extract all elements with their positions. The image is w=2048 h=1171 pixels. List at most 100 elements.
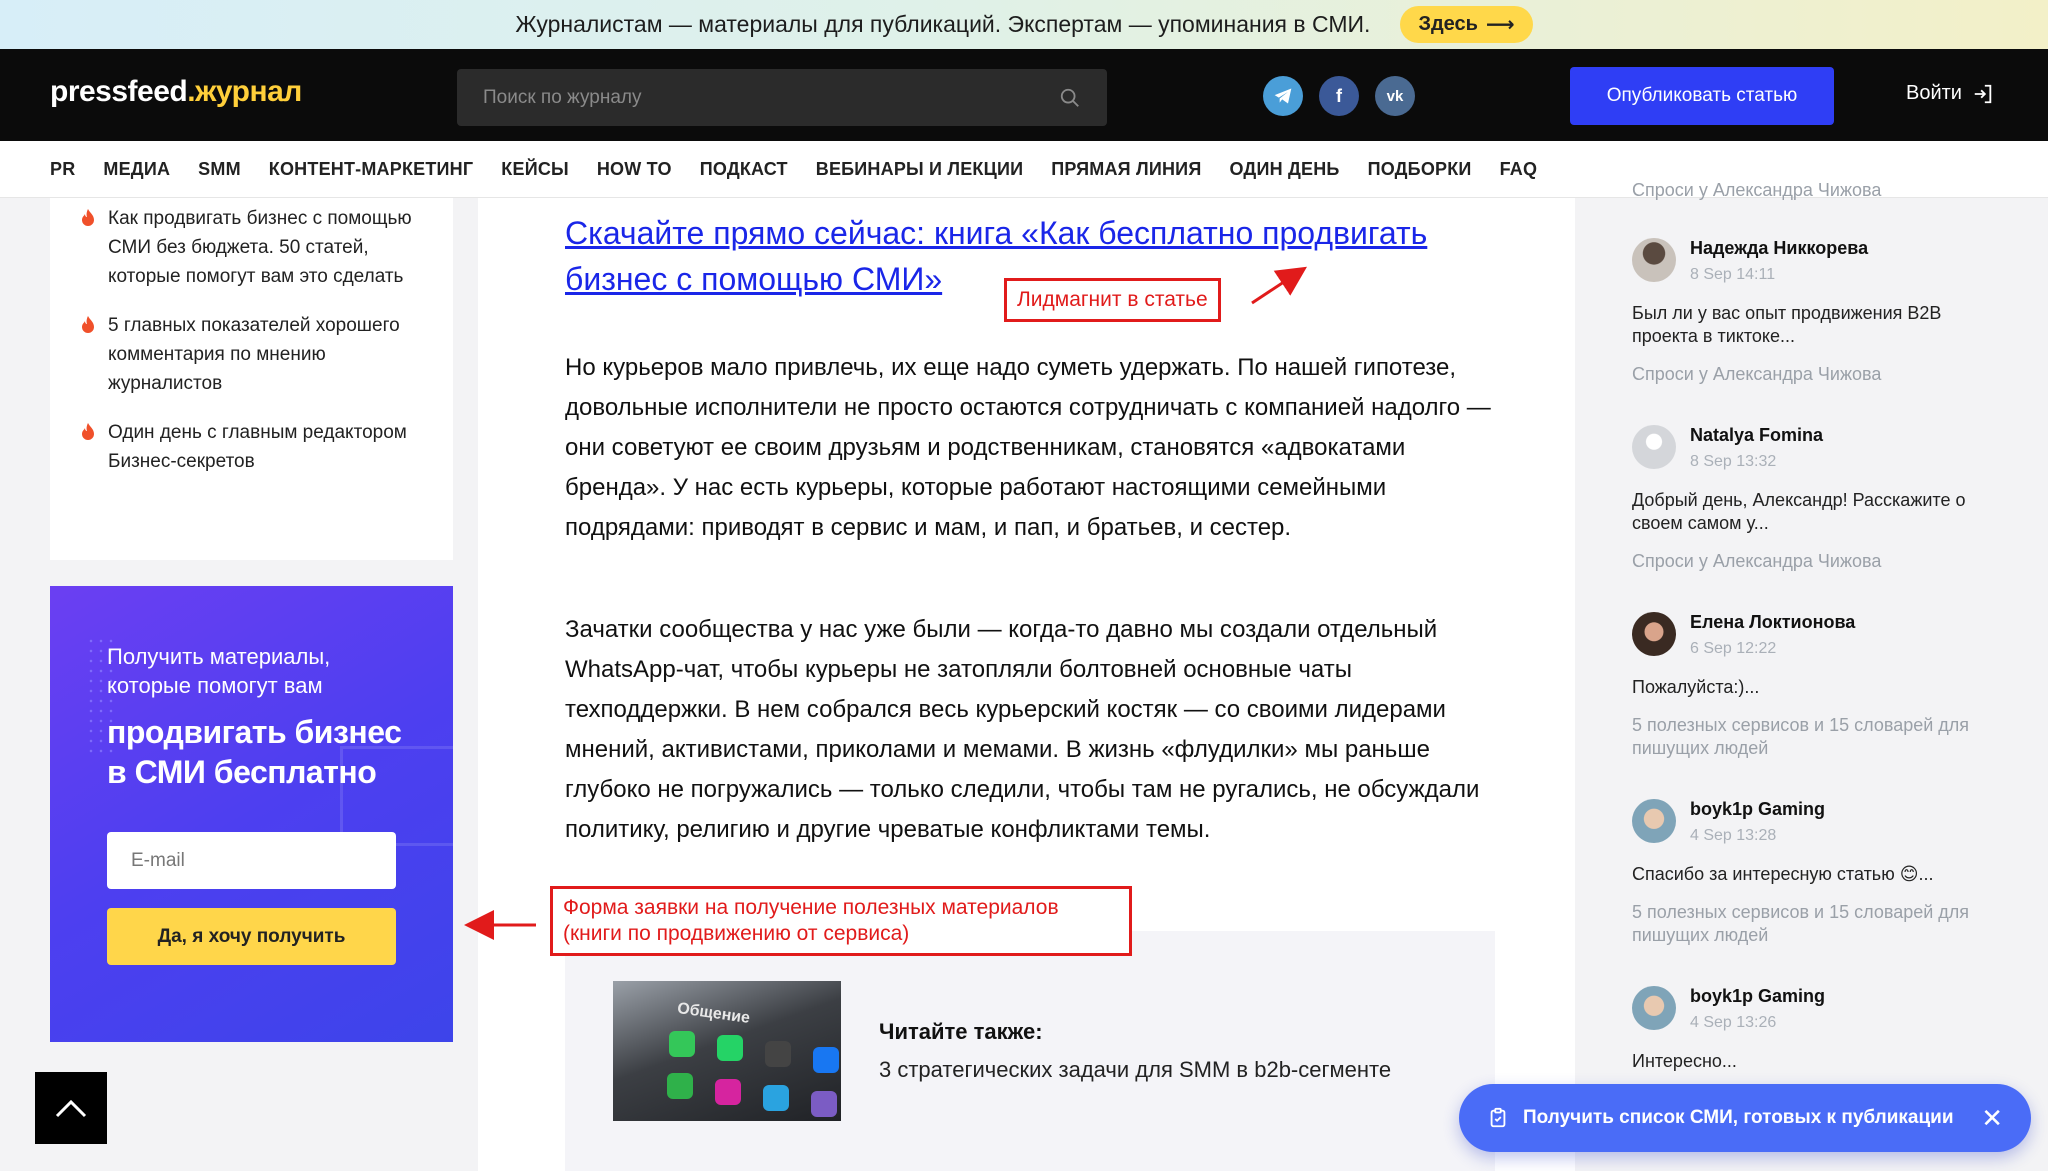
search-input[interactable] bbox=[483, 86, 1059, 109]
comment-header: Natalya Fomina 8 Sep 13:32 bbox=[1632, 425, 2012, 471]
app-icon bbox=[811, 1091, 837, 1117]
comment-author: boyk1p Gaming bbox=[1690, 986, 1826, 1006]
comment-text: Пожалуйста:)... bbox=[1632, 677, 1760, 697]
site-header: pressfeed.журнал f vk Опубликовать стать… bbox=[0, 49, 2048, 141]
logo-accent: .журнал bbox=[187, 75, 302, 108]
app-icon bbox=[715, 1079, 741, 1105]
comment-source[interactable]: Спроси у Александра Чижова bbox=[1632, 180, 1881, 201]
close-icon[interactable]: ✕ bbox=[1981, 1103, 2003, 1134]
app-icon bbox=[813, 1047, 839, 1073]
comment-item[interactable]: Елена Локтионова 6 Sep 12:22 Пожалуйста:)… bbox=[1632, 612, 2012, 760]
nav-item-direct-line[interactable]: ПРЯМАЯ ЛИНИЯ bbox=[1051, 159, 1201, 180]
comment-header: boyk1p Gaming 4 Sep 13:28 bbox=[1632, 799, 2012, 845]
related-image-caption: Общение bbox=[676, 999, 752, 1028]
comment-author: Надежда Никкорева bbox=[1690, 238, 1869, 258]
article-body: Скачайте прямо сейчас: книга «Как беспла… bbox=[478, 198, 1575, 1171]
nav-item-one-day[interactable]: ОДИН ДЕНЬ bbox=[1229, 159, 1339, 180]
list-item[interactable]: Один день с главным редактором Бизнес-се… bbox=[80, 418, 423, 476]
nav-item-how-to[interactable]: HOW TO bbox=[597, 159, 672, 180]
nav-item-smm[interactable]: SMM bbox=[198, 159, 241, 180]
article-paragraph: Но курьеров мало привлечь, их еще надо с… bbox=[565, 354, 1491, 541]
app-icon bbox=[669, 1031, 695, 1057]
nav-item-content-marketing[interactable]: КОНТЕНТ-МАРКЕТИНГ bbox=[269, 159, 474, 180]
site-logo[interactable]: pressfeed.журнал bbox=[50, 75, 302, 109]
avatar bbox=[1632, 238, 1676, 282]
lead-submit-button[interactable]: Да, я хочу получить bbox=[107, 908, 396, 965]
promo-here-button[interactable]: Здесь ⟶ bbox=[1400, 6, 1533, 43]
related-label: Читайте также: bbox=[879, 1019, 1043, 1044]
related-title[interactable]: 3 стратегических задачи для SMM в b2b-се… bbox=[879, 1057, 1391, 1083]
list-item[interactable]: Как продвигать бизнес с помощью СМИ без … bbox=[80, 204, 423, 291]
social-links: f vk bbox=[1263, 76, 1415, 116]
promo-here-label: Здесь bbox=[1418, 13, 1478, 35]
comments-sidebar: Спроси у Александра Чижова Надежда Никко… bbox=[1582, 180, 2048, 1171]
comment-date: 6 Sep 12:22 bbox=[1690, 640, 1777, 657]
app-icon bbox=[763, 1085, 789, 1111]
promo-banner: Журналистам — материалы для публикаций. … bbox=[0, 0, 2048, 49]
comment-author: Елена Локтионова bbox=[1690, 612, 1856, 632]
comment-text: Спасибо за интересную статью 😊... bbox=[1632, 864, 1934, 884]
list-item-text: Как продвигать бизнес с помощью СМИ без … bbox=[108, 208, 412, 287]
comment-source[interactable]: Спроси у Александра Чижова bbox=[1632, 363, 2012, 386]
scroll-to-top-button[interactable] bbox=[35, 1072, 107, 1144]
comment-item[interactable]: boyk1p Gaming 4 Sep 13:28 Спасибо за инте… bbox=[1632, 799, 2012, 947]
lead-form-title: продвигать бизнес в СМИ бесплатно bbox=[107, 714, 402, 790]
list-item-text: Один день с главным редактором Бизнес-се… bbox=[108, 422, 407, 472]
avatar bbox=[1632, 986, 1676, 1030]
comment-date: 8 Sep 14:11 bbox=[1690, 266, 1776, 283]
comment-text: Был ли у вас опыт продвижения B2B проект… bbox=[1632, 303, 1942, 346]
comment-text: Интересно... bbox=[1632, 1051, 1737, 1071]
search-icon[interactable] bbox=[1059, 87, 1081, 109]
comment-item[interactable]: Надежда Никкорева 8 Sep 14:11 Был ли у ва… bbox=[1632, 238, 2012, 386]
nav-item-cases[interactable]: КЕЙСЫ bbox=[501, 159, 569, 180]
article-paragraph: Зачатки сообщества у нас уже были — когд… bbox=[565, 616, 1480, 843]
clipboard-icon bbox=[1490, 1107, 1506, 1128]
comment-header: Елена Локтионова 6 Sep 12:22 bbox=[1632, 612, 2012, 658]
nav-item-media[interactable]: МЕДИА bbox=[103, 159, 170, 180]
login-label: Войти bbox=[1906, 82, 1962, 104]
nav-item-collections[interactable]: ПОДБОРКИ bbox=[1368, 159, 1472, 180]
app-icon bbox=[765, 1041, 791, 1067]
nav-item-pr[interactable]: PR bbox=[50, 159, 75, 180]
comment-item[interactable]: Natalya Fomina 8 Sep 13:32 Добрый день, А… bbox=[1632, 425, 2012, 573]
comment-item[interactable]: boyk1p Gaming 4 Sep 13:26 Интересно... bbox=[1632, 986, 2012, 1073]
lead-form-box: Получить материалы, которые помогут вам … bbox=[50, 586, 453, 1042]
logo-main: pressfeed bbox=[50, 75, 188, 108]
fire-icon bbox=[82, 316, 94, 333]
chevron-up-icon bbox=[55, 1099, 87, 1118]
facebook-icon[interactable]: f bbox=[1319, 76, 1359, 116]
telegram-icon[interactable] bbox=[1263, 76, 1303, 116]
comment-author: boyk1p Gaming bbox=[1690, 799, 1826, 819]
comment-source[interactable]: 5 полезных сервисов и 15 словарей для пи… bbox=[1632, 901, 2012, 947]
comment-source[interactable]: 5 полезных сервисов и 15 словарей для пи… bbox=[1632, 714, 2012, 760]
avatar bbox=[1632, 799, 1676, 843]
nav-item-webinars[interactable]: ВЕБИНАРЫ И ЛЕКЦИИ bbox=[816, 159, 1024, 180]
lead-form-subtitle: Получить материалы, которые помогут вам bbox=[107, 644, 331, 698]
form-annotation: Форма заявки на получение полезных матер… bbox=[550, 886, 1132, 956]
fire-icon bbox=[82, 209, 94, 226]
comment-header: Надежда Никкорева 8 Sep 14:11 bbox=[1632, 238, 2012, 284]
related-article-card[interactable]: Общение Читайте также: 3 стратегических … bbox=[565, 931, 1495, 1171]
comment-header: boyk1p Gaming 4 Sep 13:26 bbox=[1632, 986, 2012, 1032]
comment-author: Natalya Fomina bbox=[1690, 425, 1824, 445]
comment-source[interactable]: Спроси у Александра Чижова bbox=[1632, 550, 2012, 573]
related-article-image: Общение bbox=[613, 981, 841, 1121]
cta-label: Получить список СМИ, готовых к публикаци… bbox=[1523, 1107, 1954, 1128]
app-icon bbox=[667, 1073, 693, 1099]
list-item-text: 5 главных показателей хорошего комментар… bbox=[108, 315, 400, 394]
nav-item-podcast[interactable]: ПОДКАСТ bbox=[700, 159, 788, 180]
login-icon bbox=[1974, 84, 1992, 103]
login-link[interactable]: Войти bbox=[1906, 82, 1994, 105]
avatar bbox=[1632, 425, 1676, 469]
search-bar bbox=[457, 69, 1107, 126]
fire-icon bbox=[82, 423, 94, 440]
list-item[interactable]: 5 главных показателей хорошего комментар… bbox=[80, 311, 423, 398]
media-list-cta-button[interactable]: Получить список СМИ, готовых к публикаци… bbox=[1459, 1084, 2031, 1152]
email-field[interactable] bbox=[107, 832, 396, 889]
comment-date: 4 Sep 13:28 bbox=[1690, 827, 1777, 844]
avatar bbox=[1632, 612, 1676, 656]
publish-article-button[interactable]: Опубликовать статью bbox=[1570, 67, 1834, 125]
vk-icon[interactable]: vk bbox=[1375, 76, 1415, 116]
popular-articles-list: Как продвигать бизнес с помощью СМИ без … bbox=[50, 198, 453, 560]
nav-item-faq[interactable]: FAQ bbox=[1500, 159, 1538, 180]
